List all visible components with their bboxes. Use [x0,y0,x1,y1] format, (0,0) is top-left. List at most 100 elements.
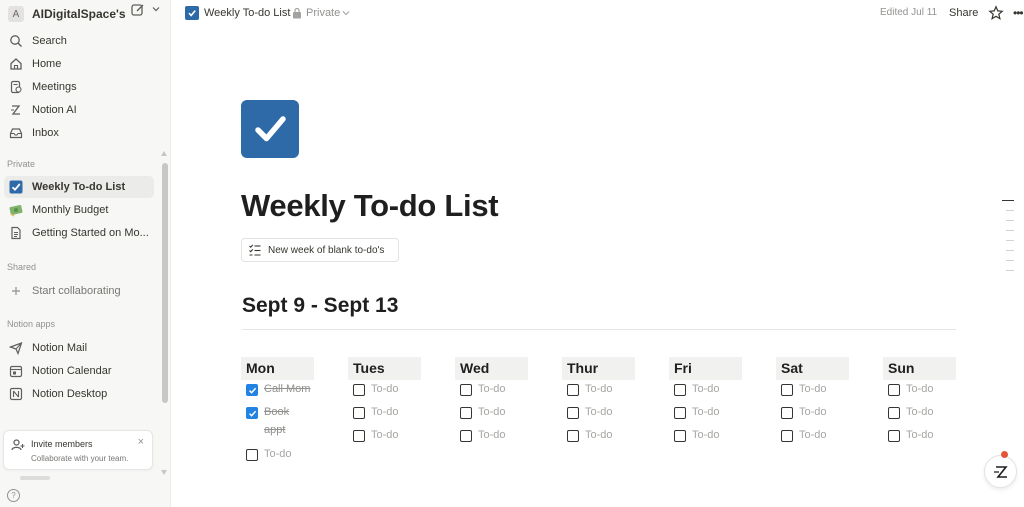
todo-text[interactable]: To-do [906,403,934,421]
todo-text[interactable]: To-do [799,403,827,421]
todo-text[interactable]: To-do [478,403,506,421]
chevron-down-icon[interactable] [151,4,161,14]
sidebar-item-weekly-todo[interactable]: Weekly To-do List [4,176,154,198]
sidebar-item-home[interactable]: Home [4,53,154,75]
todo-checkbox[interactable] [353,407,365,419]
todo-text[interactable]: To-do [585,426,613,444]
todo-checkbox[interactable] [781,430,793,442]
invite-subtitle: Collaborate with your team. [31,454,129,463]
todo-text[interactable]: To-do [906,426,934,444]
todo-text[interactable]: To-do [692,380,720,398]
sidebar-item-meetings[interactable]: Meetings [4,76,154,98]
todo-checkbox[interactable] [781,407,793,419]
todo-checkbox[interactable] [460,407,472,419]
day-header[interactable]: Sun [883,357,956,380]
sidebar-item-label: Notion Calendar [32,365,112,377]
day-header[interactable]: Sat [776,357,849,380]
close-icon[interactable]: × [138,436,144,448]
todo-text[interactable]: To-do [799,426,827,444]
todo-text[interactable]: To-do [906,380,934,398]
new-week-template-button[interactable]: New week of blank to-do's [241,238,399,262]
todo-checkbox[interactable] [353,384,365,396]
todo-checkbox[interactable] [460,430,472,442]
todo-checkbox[interactable] [781,384,793,396]
sidebar-item-monthly-budget[interactable]: Monthly Budget [4,199,154,221]
todo-item: To-do [241,445,321,468]
todo-checkbox[interactable] [567,430,579,442]
todo-checkbox[interactable] [888,407,900,419]
day-column-wed: Wed To-do To-do To-do [455,357,535,449]
sidebar-item-label: Notion AI [32,104,77,116]
todo-item: To-do [776,403,856,426]
todo-item: To-do [883,426,963,449]
chevron-down-icon[interactable] [342,10,350,16]
sidebar-item-notion-desktop[interactable]: Notion Desktop [4,383,154,405]
day-header[interactable]: Mon [241,357,314,380]
section-label-apps[interactable]: Notion apps [7,319,55,329]
todo-text[interactable]: To-do [371,380,399,398]
week-heading[interactable]: Sept 9 - Sept 13 [242,294,398,318]
todo-text[interactable]: Call Mom [264,380,310,398]
breadcrumb-page-title[interactable]: Weekly To-do List [204,7,290,19]
search-icon [8,33,24,49]
todo-checkbox[interactable] [460,384,472,396]
todo-text[interactable]: To-do [478,426,506,444]
sidebar-item-notion-mail[interactable]: Notion Mail [4,337,154,359]
page-checkbox-icon[interactable] [241,100,299,158]
sidebar-item-notion-ai[interactable]: Notion AI [4,99,154,121]
page-title[interactable]: Weekly To-do List [241,188,499,224]
invite-members-card[interactable]: Invite members Collaborate with your tea… [3,430,153,470]
todo-checkbox[interactable] [353,430,365,442]
day-header[interactable]: Wed [455,357,528,380]
sidebar-item-getting-started[interactable]: Getting Started on Mo... [4,222,154,244]
todo-checkbox[interactable] [246,384,258,396]
day-header[interactable]: Thur [562,357,635,380]
new-page-icon[interactable] [130,2,146,18]
notion-ai-button[interactable] [984,455,1017,488]
sidebar-item-start-collaborating[interactable]: Start collaborating [4,280,154,302]
share-button[interactable]: Share [949,7,978,19]
page-icon [8,225,24,241]
more-options-icon[interactable]: ••• [1013,6,1024,20]
todo-checkbox[interactable] [888,384,900,396]
todo-text[interactable]: To-do [585,403,613,421]
todo-checkbox[interactable] [246,407,258,419]
scroll-down-arrow[interactable] [161,470,167,475]
todo-text[interactable]: To-do [264,445,292,463]
invite-user-icon [11,439,25,451]
sidebar-item-notion-calendar[interactable]: Notion Calendar [4,360,154,382]
todo-checkbox[interactable] [246,449,258,461]
sidebar-item-label: Home [32,58,62,70]
day-header[interactable]: Tues [348,357,421,380]
todo-checkbox[interactable] [674,407,686,419]
sidebar-scrollbar[interactable] [162,163,168,403]
day-header[interactable]: Fri [669,357,742,380]
star-icon[interactable] [988,5,1004,21]
todo-text[interactable]: To-do [692,403,720,421]
section-label-private[interactable]: Private [7,159,35,169]
todo-checkbox[interactable] [674,384,686,396]
sidebar-item-label: Meetings [32,81,77,93]
page-outline[interactable] [1002,200,1016,280]
todo-text[interactable]: To-do [371,403,399,421]
help-icon[interactable]: ? [7,489,20,502]
privacy-label[interactable]: Private [306,7,340,19]
todo-checkbox[interactable] [674,430,686,442]
todo-text[interactable]: To-do [371,426,399,444]
todo-text[interactable]: To-do [799,380,827,398]
todo-checkbox[interactable] [888,430,900,442]
sidebar: A AIDigitalSpace's ... Search Home Meeti… [0,0,171,507]
todo-item: Call Mom [241,380,321,403]
scroll-up-arrow[interactable] [161,151,167,156]
section-label-shared[interactable]: Shared [7,262,36,272]
todo-text[interactable]: To-do [478,380,506,398]
sidebar-item-search[interactable]: Search [4,30,154,52]
sidebar-item-inbox[interactable]: Inbox [4,122,154,144]
todo-checkbox[interactable] [567,407,579,419]
todo-text[interactable]: To-do [585,380,613,398]
sidebar-item-label: Getting Started on Mo... [32,227,149,239]
todo-text[interactable]: Book appt [264,403,304,439]
day-column-sun: Sun To-do To-do To-do [883,357,963,449]
todo-text[interactable]: To-do [692,426,720,444]
todo-checkbox[interactable] [567,384,579,396]
